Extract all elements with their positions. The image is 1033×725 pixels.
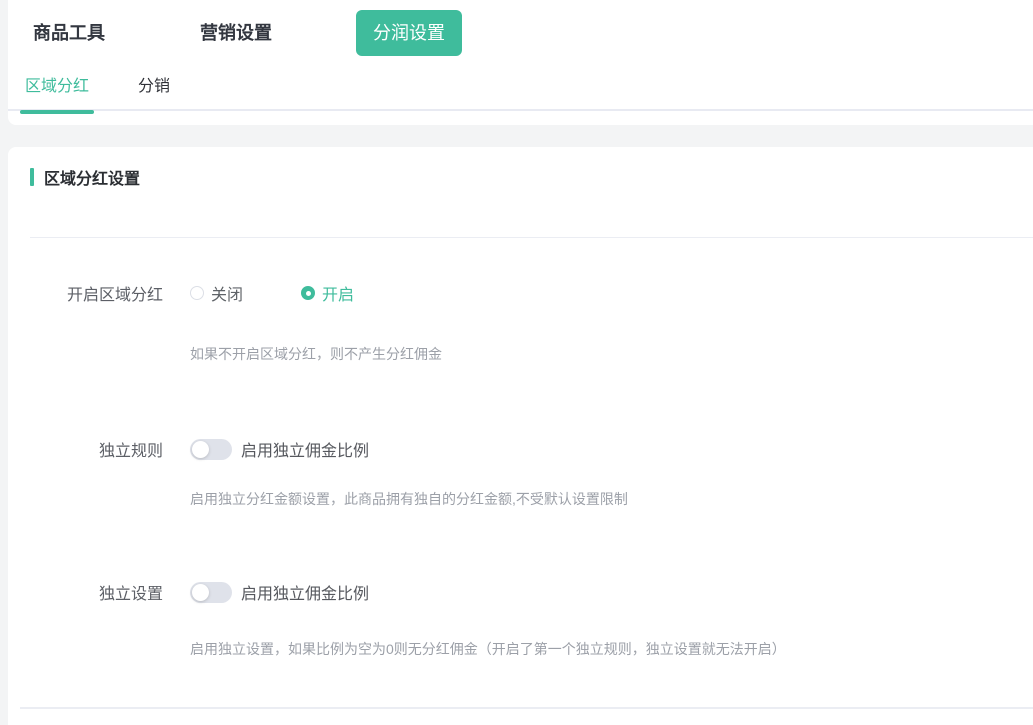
- switch-label-independent-rule: 启用独立佣金比例: [241, 437, 369, 461]
- radio-icon-off[interactable]: [190, 286, 204, 300]
- field-label-enable-region-dividend: 开启区域分红: [8, 281, 163, 305]
- section-header: 区域分红设置: [30, 167, 140, 187]
- form-row-independent-setting: 独立设置 启用独立佣金比例: [8, 577, 1033, 607]
- radio-label-on: 开启: [322, 281, 354, 305]
- section-divider: [30, 237, 1033, 238]
- toggle-knob: [192, 584, 209, 601]
- tab-marketing-settings[interactable]: 营销设置: [200, 10, 272, 56]
- radio-icon-on[interactable]: [301, 286, 315, 300]
- section-accent-bar: [30, 168, 34, 186]
- sub-tab-bar: 区域分红 分销: [8, 66, 1033, 111]
- radio-label-off: 关闭: [211, 281, 243, 305]
- tabs-card: 商品工具 营销设置 分润设置 区域分红 分销: [8, 0, 1033, 125]
- switch-group-independent-rule: 启用独立佣金比例: [190, 437, 369, 461]
- help-text-enable-region-dividend: 如果不开启区域分红，则不产生分红佣金: [190, 344, 442, 364]
- tab-product-tools[interactable]: 商品工具: [33, 10, 105, 56]
- section-title: 区域分红设置: [44, 165, 140, 189]
- bottom-divider: [20, 707, 1033, 709]
- form-row-independent-rule: 独立规则 启用独立佣金比例: [8, 434, 1033, 464]
- radio-option-off[interactable]: 关闭: [190, 281, 243, 305]
- toggle-knob: [192, 441, 209, 458]
- subtab-distribution[interactable]: 分销: [129, 66, 179, 111]
- tab-profit-settings[interactable]: 分润设置: [356, 10, 462, 56]
- radio-option-on[interactable]: 开启: [301, 281, 354, 305]
- form-row-enable-region-dividend: 开启区域分红 关闭 开启: [8, 278, 1033, 308]
- switch-label-independent-setting: 启用独立佣金比例: [241, 580, 369, 604]
- subtab-region-dividend[interactable]: 区域分红: [20, 66, 94, 111]
- toggle-independent-setting[interactable]: [190, 582, 232, 603]
- region-dividend-settings-panel: 区域分红设置 开启区域分红 关闭 开启 如果不开启区域分红，则不产生分红佣金 独…: [8, 147, 1033, 725]
- toggle-independent-rule[interactable]: [190, 439, 232, 460]
- radio-group-enable: 关闭 开启: [190, 281, 354, 305]
- switch-group-independent-setting: 启用独立佣金比例: [190, 580, 369, 604]
- field-label-independent-setting: 独立设置: [8, 580, 163, 604]
- help-text-independent-setting: 启用独立设置，如果比例为空为0则无分红佣金（开启了第一个独立规则，独立设置就无法…: [190, 639, 786, 659]
- field-label-independent-rule: 独立规则: [8, 437, 163, 461]
- help-text-independent-rule: 启用独立分红金额设置，此商品拥有独自的分红金额,不受默认设置限制: [190, 489, 628, 509]
